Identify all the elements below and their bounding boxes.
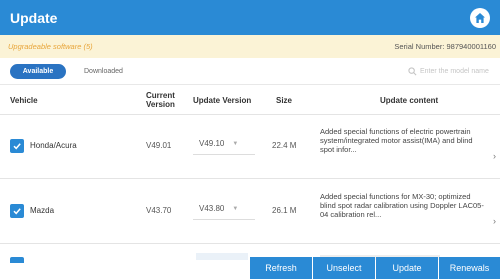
current-version: V43.70 xyxy=(146,206,172,215)
update-version-select[interactable] xyxy=(196,253,248,260)
header-update-content: Update content xyxy=(380,95,439,105)
info-bar: Upgradeable software (5) Serial Number: … xyxy=(0,35,500,58)
header-vehicle: Vehicle xyxy=(10,95,38,105)
update-version-value: V43.80 xyxy=(199,204,225,213)
package-size: 22.4 M xyxy=(272,141,297,150)
current-version: V49.01 xyxy=(146,141,172,150)
search-input[interactable]: Enter the model name xyxy=(408,64,496,79)
page-title: Update xyxy=(10,9,58,26)
tab-bar: Available Downloaded Enter the model nam… xyxy=(0,58,500,85)
table-row[interactable]: Honda/Acura V49.01 V49.10 ▼ 22.4 M Added… xyxy=(0,115,500,179)
update-version-value: V49.10 xyxy=(199,139,225,148)
tab-downloaded[interactable]: Downloaded xyxy=(84,68,123,75)
update-content: Added special functions of electric powe… xyxy=(320,127,473,154)
upgradeable-count: Upgradeable software (5) xyxy=(8,42,93,51)
caret-down-icon: ▼ xyxy=(232,205,239,212)
update-version-select[interactable]: V49.10 ▼ xyxy=(193,133,255,155)
unselect-button[interactable]: Unselect xyxy=(313,257,375,279)
check-icon xyxy=(13,143,21,150)
check-icon xyxy=(13,208,21,215)
update-button[interactable]: Update xyxy=(376,257,438,279)
update-content: Added special functions for MX-30; optim… xyxy=(320,192,484,219)
header-update-version: Update Version xyxy=(193,95,252,105)
vehicle-name: Mazda xyxy=(30,206,55,215)
renewals-button[interactable]: Renewals xyxy=(439,257,500,279)
row-checkbox[interactable] xyxy=(10,257,24,263)
home-icon xyxy=(475,12,485,23)
header-size: Size xyxy=(276,95,293,105)
vehicle-name: Honda/Acura xyxy=(30,141,77,150)
search-icon xyxy=(408,67,417,76)
header-current-version: Current Version xyxy=(146,91,175,109)
update-version-select[interactable]: V43.80 ▼ xyxy=(193,198,255,220)
table-row[interactable]: Mazda V43.70 V43.80 ▼ 26.1 M Added speci… xyxy=(0,180,500,244)
home-button[interactable] xyxy=(470,7,490,28)
package-size: 26.1 M xyxy=(272,206,297,215)
serial-number: Serial Number: 987940001160 xyxy=(394,42,496,51)
table-header: Vehicle Current Version Update Version S… xyxy=(0,85,500,115)
chevron-right-icon[interactable]: › xyxy=(493,216,496,226)
tab-available[interactable]: Available xyxy=(10,63,66,79)
row-checkbox[interactable] xyxy=(10,139,24,153)
refresh-button[interactable]: Refresh xyxy=(250,257,312,279)
row-checkbox[interactable] xyxy=(10,204,24,218)
search-placeholder: Enter the model name xyxy=(420,68,489,75)
chevron-right-icon[interactable]: › xyxy=(493,151,496,161)
caret-down-icon: ▼ xyxy=(232,140,239,147)
title-bar: Update xyxy=(0,0,500,35)
